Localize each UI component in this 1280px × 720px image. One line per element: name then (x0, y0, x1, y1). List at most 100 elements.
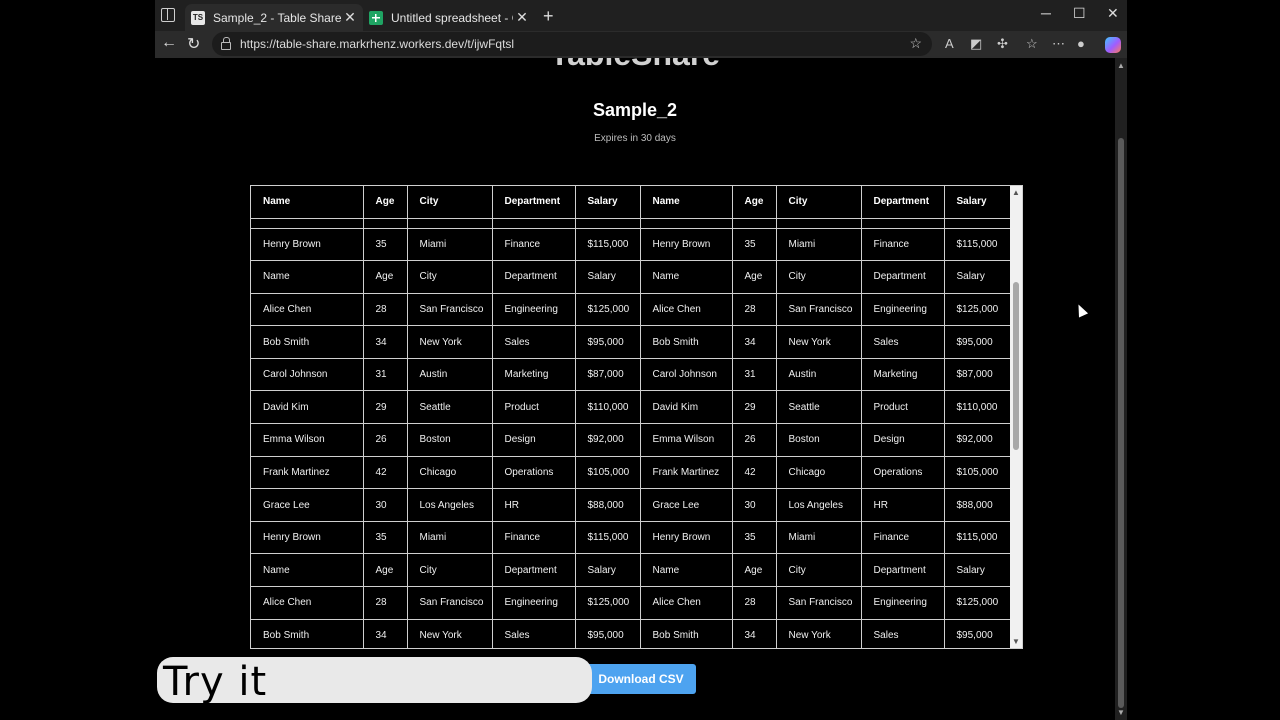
url-text[interactable]: https://table-share.markrhenz.workers.de… (240, 37, 514, 51)
table-cell: Alice Chen (640, 293, 733, 327)
extension-icon[interactable]: ◩ (970, 36, 982, 52)
download-csv-button[interactable]: Download CSV (586, 664, 696, 694)
minimize-button[interactable]: ─ (1041, 5, 1051, 21)
table-cell: Name (251, 553, 364, 588)
table-cell: Name (251, 260, 364, 294)
table-cell: Operations (492, 456, 576, 490)
column-header: Name (251, 186, 364, 219)
table-cell: $92,000 (575, 423, 641, 457)
page-scrollbar[interactable]: ▲ ▼ (1115, 58, 1127, 720)
tab-close-icon[interactable]: ✕ (513, 9, 531, 26)
table-cell: Alice Chen (640, 586, 733, 620)
close-window-button[interactable]: ✕ (1107, 5, 1119, 22)
table-cell: 29 (732, 390, 777, 425)
site-brand: TableShare (155, 58, 1115, 73)
table-cell: $125,000 (575, 293, 641, 327)
table-cell: 34 (732, 325, 777, 359)
table-cell: $95,000 (575, 325, 641, 359)
maximize-button[interactable]: ☐ (1073, 5, 1086, 22)
table-cell: $87,000 (944, 358, 1012, 392)
table-cell: 31 (363, 358, 408, 392)
table-cell: Seattle (776, 390, 862, 425)
table-cell: Product (492, 390, 576, 425)
table-cell: David Kim (640, 390, 733, 425)
table-cell: 28 (732, 586, 777, 620)
table-cell: Los Angeles (776, 488, 862, 522)
tab-google-sheets[interactable]: Untitled spreadsheet - Google Sheets ✕ (363, 4, 535, 31)
profile-icon[interactable]: ● (1077, 36, 1085, 51)
table-cell: 35 (363, 521, 408, 555)
table-cell: Salary (944, 260, 1012, 294)
table-cell: New York (407, 325, 493, 359)
column-header: Age (732, 186, 777, 219)
table-row: Grace Lee 30 Los Angeles HR $88,000 Grace Lee… (251, 488, 1012, 522)
table-cell: Seattle (407, 390, 493, 425)
page-scroll-up-icon[interactable]: ▲ (1117, 61, 1125, 70)
table-cell: Marketing (492, 358, 576, 392)
table-scrollbar[interactable]: ▲ ▼ (1010, 186, 1022, 648)
table-cell: David Kim (251, 390, 364, 425)
tab-title: Sample_2 - Table Share (213, 10, 341, 25)
scroll-down-arrow-icon[interactable]: ▼ (1012, 637, 1020, 646)
table-cell: 42 (732, 456, 777, 490)
table-cell: Operations (861, 456, 945, 490)
table-cell: Frank Martinez (640, 456, 733, 490)
tab-actions-icon[interactable] (161, 8, 175, 22)
table-cell: $87,000 (575, 358, 641, 392)
table-cell: Engineering (861, 586, 945, 620)
table-cell: Department (861, 553, 945, 588)
more-icon[interactable]: ⋯ (1052, 36, 1065, 52)
table-cell: Sales (492, 619, 576, 648)
table-cell: Alice Chen (251, 293, 364, 327)
table-cell: HR (861, 488, 945, 522)
table-cell: Age (732, 553, 777, 588)
data-table-container[interactable]: Name Age City Department Salary Name Age City De… (250, 185, 1023, 649)
table-cell: San Francisco (776, 293, 862, 327)
table-cell: 35 (732, 521, 777, 555)
favorite-star-icon[interactable]: ☆ (909, 35, 922, 52)
puzzle-icon[interactable]: ✣ (997, 36, 1008, 52)
table-cell: Boston (776, 423, 862, 457)
table-cell: 30 (732, 488, 777, 522)
table-cell: $125,000 (575, 586, 641, 620)
table-cell: Engineering (492, 586, 576, 620)
table-cell: Carol Johnson (251, 358, 364, 392)
table-cell: 34 (363, 325, 408, 359)
table-cell: Henry Brown (640, 521, 733, 555)
favorites-icon[interactable]: ☆ (1026, 36, 1038, 52)
table-scrollbar-thumb[interactable] (1013, 282, 1019, 450)
reload-button[interactable]: ↻ (187, 34, 200, 54)
table-cell: City (407, 553, 493, 588)
table-cell: City (407, 260, 493, 294)
table-cell: Bob Smith (640, 619, 733, 648)
new-tab-button[interactable]: + (543, 6, 554, 27)
tab-table-share[interactable]: TS Sample_2 - Table Share ✕ (185, 4, 363, 31)
tab-close-icon[interactable]: ✕ (341, 9, 359, 26)
page-title: Sample_2 (592, 100, 678, 120)
caption-overlay: Try it (157, 657, 592, 705)
browser-toolbar: ← ↻ https://table-share.markrhenz.worker… (155, 31, 1127, 58)
copilot-icon[interactable] (1105, 37, 1121, 53)
page-scroll-down-icon[interactable]: ▼ (1117, 708, 1125, 717)
table-cell: $115,000 (575, 228, 641, 262)
read-aloud-icon[interactable]: A (945, 36, 954, 51)
tab-title: Untitled spreadsheet - Google Sheets (391, 10, 513, 25)
page-scrollbar-thumb[interactable] (1118, 138, 1124, 708)
scroll-up-arrow-icon[interactable]: ▲ (1012, 188, 1020, 197)
table-row: Frank Martinez 42 Chicago Operations $105,00… (251, 456, 1012, 490)
table-cell: New York (776, 619, 862, 648)
table-cell: San Francisco (407, 293, 493, 327)
table-cell: Henry Brown (251, 228, 364, 262)
page-viewport: TableShare Sample_2 Expires in 30 days N… (155, 58, 1115, 720)
table-cell: Salary (944, 553, 1012, 588)
table-cell: Name (640, 553, 733, 588)
column-header: City (407, 186, 493, 219)
table-cell: Chicago (776, 456, 862, 490)
table-cell: $110,000 (944, 390, 1012, 425)
address-bar[interactable]: https://table-share.markrhenz.workers.de… (212, 32, 932, 56)
back-button[interactable]: ← (161, 34, 177, 52)
table-cell: Finance (861, 228, 945, 262)
table-body: Henry Brown 35 Miami Finance $115,000 Henry B… (251, 218, 1012, 648)
table-cell: Department (861, 260, 945, 294)
table-cell: San Francisco (407, 586, 493, 620)
